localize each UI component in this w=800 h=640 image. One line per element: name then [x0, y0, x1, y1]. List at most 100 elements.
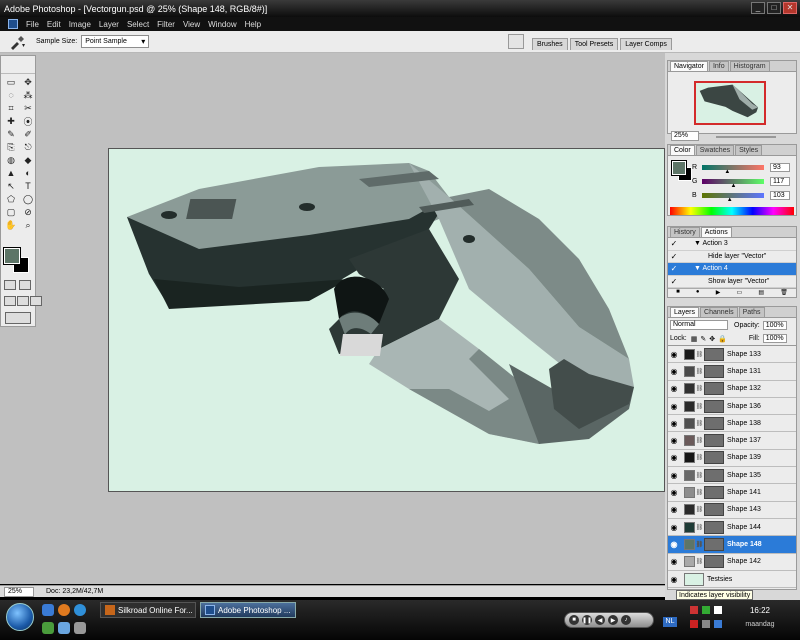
- tool-icon[interactable]: ◐: [20, 167, 36, 179]
- vector-mask-thumbnail[interactable]: [704, 382, 724, 396]
- vector-mask-thumbnail[interactable]: [704, 503, 724, 517]
- stop-icon[interactable]: ■: [676, 289, 680, 297]
- link-chain-icon[interactable]: ⛓: [695, 420, 704, 427]
- media-stop-icon[interactable]: ■: [569, 615, 579, 625]
- layer-row[interactable]: ◉ ⛓ Shape 139: [668, 450, 796, 468]
- tool-icon[interactable]: ◯: [20, 193, 36, 205]
- photoshop-app-icon[interactable]: [8, 19, 18, 29]
- menu-help[interactable]: Help: [245, 20, 261, 29]
- tab-history[interactable]: History: [670, 227, 700, 237]
- action-row[interactable]: ✓ ▼ Action 3: [668, 238, 796, 251]
- tool-icon[interactable]: ⎋: [20, 141, 36, 153]
- visibility-eye-icon[interactable]: ◉: [668, 384, 680, 393]
- visibility-eye-icon[interactable]: ◉: [668, 419, 680, 428]
- lock-image-icon[interactable]: ✎: [700, 335, 706, 343]
- menu-image[interactable]: Image: [69, 20, 91, 29]
- layer-row[interactable]: ◉ ⛓ Shape 142: [668, 554, 796, 571]
- visibility-eye-icon[interactable]: ◉: [668, 540, 680, 549]
- tool-icon[interactable]: ✎: [3, 128, 19, 140]
- link-chain-icon[interactable]: ⛓: [695, 437, 704, 444]
- tray-antivirus-icon[interactable]: [690, 606, 698, 614]
- action-check-icon[interactable]: ✓: [668, 264, 680, 273]
- task-silkroad[interactable]: Silkroad Online For...: [100, 602, 196, 618]
- vector-mask-thumbnail[interactable]: [704, 468, 724, 482]
- action-row[interactable]: ✓ ▼ Action 4: [668, 263, 796, 276]
- tool-icon[interactable]: ↖: [3, 180, 19, 192]
- layer-row[interactable]: ◉ ⛓ Shape 141: [668, 484, 796, 502]
- record-icon[interactable]: ●: [696, 289, 700, 297]
- action-check-icon[interactable]: ✓: [668, 277, 680, 286]
- quicklaunch-ie-icon[interactable]: [74, 604, 86, 616]
- lock-position-icon[interactable]: ✥: [709, 335, 715, 343]
- menu-select[interactable]: Select: [127, 20, 149, 29]
- visibility-eye-icon[interactable]: ◉: [668, 471, 680, 480]
- tool-icon[interactable]: ✋: [3, 219, 19, 231]
- tool-icon[interactable]: ▢: [3, 206, 19, 218]
- vector-mask-thumbnail[interactable]: [704, 434, 724, 448]
- tool-icon[interactable]: ⎘: [3, 141, 19, 153]
- link-chain-icon[interactable]: ⛓: [695, 506, 704, 513]
- document-canvas[interactable]: [108, 148, 665, 492]
- media-next-icon[interactable]: ▶: [608, 615, 618, 625]
- vector-mask-thumbnail[interactable]: [704, 364, 724, 378]
- vector-mask-thumbnail[interactable]: [704, 416, 724, 430]
- tool-icon[interactable]: T: [20, 180, 36, 192]
- well-tab-layer-comps[interactable]: Layer Comps: [620, 38, 672, 50]
- well-tab-brushes[interactable]: Brushes: [532, 38, 568, 50]
- lock-all-icon[interactable]: 🔒: [718, 335, 727, 343]
- link-chain-icon[interactable]: ⛓: [695, 472, 704, 479]
- taskbar-clock[interactable]: 16:22 maandag: [735, 606, 785, 628]
- tool-icon[interactable]: ✐: [20, 128, 36, 140]
- link-chain-icon[interactable]: ⛓: [695, 385, 704, 392]
- link-chain-icon[interactable]: ⛓: [695, 558, 704, 565]
- visibility-eye-icon[interactable]: ◉: [668, 488, 680, 497]
- visibility-eye-icon[interactable]: ◉: [668, 436, 680, 445]
- tool-icon[interactable]: ◍: [3, 154, 19, 166]
- navigator-zoom-input[interactable]: 25%: [671, 131, 699, 141]
- document-size[interactable]: Doc: 23,2M/42,7M: [46, 588, 103, 595]
- opacity-input[interactable]: 100%: [762, 320, 787, 330]
- play-icon[interactable]: ▶: [716, 289, 721, 297]
- close-button[interactable]: ✕: [783, 2, 797, 14]
- full-screen-menu-button[interactable]: [17, 296, 29, 306]
- tool-icon[interactable]: ◌: [3, 89, 19, 101]
- tool-icon[interactable]: ◆: [20, 154, 36, 166]
- tool-icon[interactable]: ⌕: [20, 219, 36, 231]
- menu-view[interactable]: View: [183, 20, 200, 29]
- action-row[interactable]: ✓ Show layer "Vector": [668, 276, 796, 288]
- visibility-eye-icon[interactable]: ◉: [668, 350, 680, 359]
- color-fg-swatch[interactable]: [671, 160, 687, 176]
- zoom-level-input[interactable]: 25%: [4, 586, 34, 597]
- tool-icon[interactable]: ✥: [20, 76, 36, 88]
- tab-layers[interactable]: Layers: [670, 307, 700, 317]
- channel-slider[interactable]: ▲: [702, 178, 764, 189]
- slider-thumb-icon[interactable]: ▲: [727, 197, 733, 203]
- language-indicator[interactable]: NL: [663, 617, 677, 627]
- layer-row[interactable]: ◉ ⛓ Shape 143: [668, 502, 796, 519]
- layer-row[interactable]: ◉ ⛓ Shape 144: [668, 519, 796, 537]
- menu-window[interactable]: Window: [208, 20, 236, 29]
- visibility-eye-icon[interactable]: ◉: [668, 523, 680, 532]
- layer-row[interactable]: ◉ ⛓ Shape 137: [668, 432, 796, 450]
- vector-mask-thumbnail[interactable]: [704, 347, 724, 361]
- layer-row[interactable]: ◉ ⛓ Shape 132: [668, 381, 796, 398]
- tab-histogram[interactable]: Histogram: [729, 61, 770, 71]
- layer-row[interactable]: ◉ ⛓ Shape 138: [668, 415, 796, 433]
- tab-channels[interactable]: Channels: [700, 307, 738, 317]
- menu-layer[interactable]: Layer: [99, 20, 119, 29]
- visibility-eye-icon[interactable]: ◉: [668, 575, 680, 584]
- navigator-preview[interactable]: [694, 81, 766, 125]
- quick-mask-button[interactable]: [19, 280, 31, 290]
- link-chain-icon[interactable]: ⛓: [695, 489, 704, 496]
- media-prev-icon[interactable]: ◀: [595, 615, 605, 625]
- media-volume-icon[interactable]: ♪: [621, 615, 631, 625]
- standard-screen-button[interactable]: [4, 296, 16, 306]
- jump-to-imageready-button[interactable]: [5, 312, 31, 324]
- media-pause-icon[interactable]: ❚❚: [582, 615, 592, 625]
- tool-icon[interactable]: ⊘: [20, 206, 36, 218]
- quicklaunch-mail-icon[interactable]: [42, 622, 54, 634]
- layer-row[interactable]: ◉ ⛓ Shape 131: [668, 363, 796, 381]
- menu-file[interactable]: File: [26, 20, 39, 29]
- vector-mask-thumbnail[interactable]: [704, 555, 724, 569]
- link-chain-icon[interactable]: ⛓: [695, 524, 704, 531]
